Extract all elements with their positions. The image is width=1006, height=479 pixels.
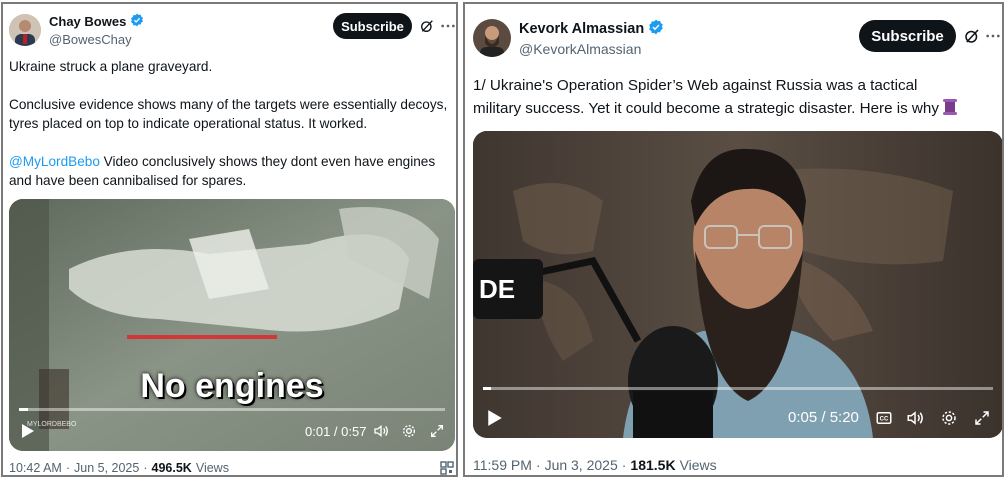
video-progress-bar[interactable] — [19, 408, 445, 411]
tweet-date[interactable]: Jun 3, 2025 — [545, 457, 618, 473]
tweet-header: Kevork Almassian @KevorkAlmassian — [473, 18, 664, 58]
video-player[interactable]: No engines MYLORDBEBO 0:01 / 0:57 — [9, 199, 455, 451]
fullscreen-icon[interactable] — [973, 409, 991, 427]
mention-link[interactable]: @MyLordBebo — [9, 154, 100, 169]
captions-icon[interactable]: CC — [875, 409, 893, 427]
views-label: Views — [195, 461, 229, 475]
avatar[interactable] — [9, 14, 41, 46]
fullscreen-icon[interactable] — [429, 423, 445, 439]
verified-badge-icon — [648, 19, 664, 39]
play-icon[interactable] — [487, 409, 503, 427]
tweet-date[interactable]: Jun 5, 2025 — [74, 461, 139, 475]
tweet-text-line: 1/ Ukraine's Operation Spider’s Web agai… — [473, 77, 918, 94]
tweet-card-chay-bowes: Chay Bowes @BowesChay Subscribe Ukraine … — [1, 2, 458, 477]
video-time: 0:05 / 5:20 — [788, 409, 859, 426]
tweet-text: Ukraine struck a plane graveyard. Conclu… — [9, 57, 456, 190]
video-frame — [9, 199, 455, 451]
tweet-meta: 11:59 PM · Jun 3, 2025 · 181.5K Views — [473, 457, 717, 473]
tweet-text-paragraph: @MyLordBebo Video conclusively shows the… — [9, 152, 456, 190]
tweet-card-kevork-almassian: Kevork Almassian @KevorkAlmassian Subscr… — [463, 2, 1004, 477]
video-progress-fill — [19, 408, 28, 411]
avatar[interactable] — [473, 19, 511, 57]
volume-icon[interactable] — [906, 409, 924, 427]
author-name-row: Kevork Almassian — [519, 19, 664, 39]
settings-icon[interactable] — [401, 423, 417, 439]
views-count: 181.5K — [630, 457, 676, 473]
tweet-text: 1/ Ukraine's Operation Spider’s Web agai… — [473, 74, 1002, 123]
tweet-header: Chay Bowes @BowesChay — [9, 12, 144, 48]
subscribe-button[interactable]: Subscribe — [859, 20, 956, 52]
scroll-icon — [943, 98, 958, 123]
tweet-time[interactable]: 10:42 AM — [9, 461, 62, 475]
svg-text:CC: CC — [880, 417, 889, 423]
tweet-time[interactable]: 11:59 PM — [473, 457, 532, 473]
author-block: Kevork Almassian @KevorkAlmassian — [519, 19, 664, 57]
video-time: 0:01 / 0:57 — [305, 424, 367, 439]
meta-separator: · — [143, 461, 148, 475]
more-icon[interactable] — [983, 26, 1002, 46]
mic-label: DE — [479, 274, 516, 304]
play-icon[interactable] — [21, 423, 35, 439]
tweet-text-line: Conclusive evidence shows many of the ta… — [9, 97, 448, 131]
video-caption: No engines — [140, 367, 324, 405]
volume-icon[interactable] — [373, 423, 389, 439]
author-name[interactable]: Chay Bowes — [49, 14, 126, 29]
tweet-text-paragraph: military success. Yet it could become a … — [473, 97, 1002, 123]
author-name[interactable]: Kevork Almassian — [519, 21, 644, 37]
qr-icon[interactable] — [440, 461, 454, 475]
author-block: Chay Bowes @BowesChay — [49, 13, 144, 47]
author-handle[interactable]: @KevorkAlmassian — [519, 41, 664, 57]
settings-icon[interactable] — [940, 409, 958, 427]
meta-separator: · — [621, 457, 627, 473]
tweet-text-line: military success. Yet it could become a … — [473, 100, 939, 117]
video-progress-bar[interactable] — [483, 387, 993, 390]
grok-icon[interactable] — [962, 26, 982, 46]
tweet-text-line: Ukraine struck a plane graveyard. — [9, 59, 213, 74]
tweet-meta: 10:42 AM · Jun 5, 2025 · 496.5K Views — [9, 461, 229, 475]
video-progress-fill — [483, 387, 492, 390]
grok-icon[interactable] — [417, 16, 437, 36]
video-frame — [473, 131, 1002, 438]
video-player[interactable]: DE 0:05 / 5:20 CC — [473, 131, 1002, 438]
views-label: Views — [679, 457, 717, 473]
meta-separator: · — [535, 457, 541, 473]
author-name-row: Chay Bowes — [49, 13, 144, 30]
more-icon[interactable] — [439, 16, 456, 36]
verified-badge-icon — [130, 13, 144, 30]
author-handle[interactable]: @BowesChay — [49, 32, 144, 47]
meta-separator: · — [65, 461, 70, 475]
views-count: 496.5K — [151, 461, 192, 475]
subscribe-button[interactable]: Subscribe — [333, 13, 412, 39]
